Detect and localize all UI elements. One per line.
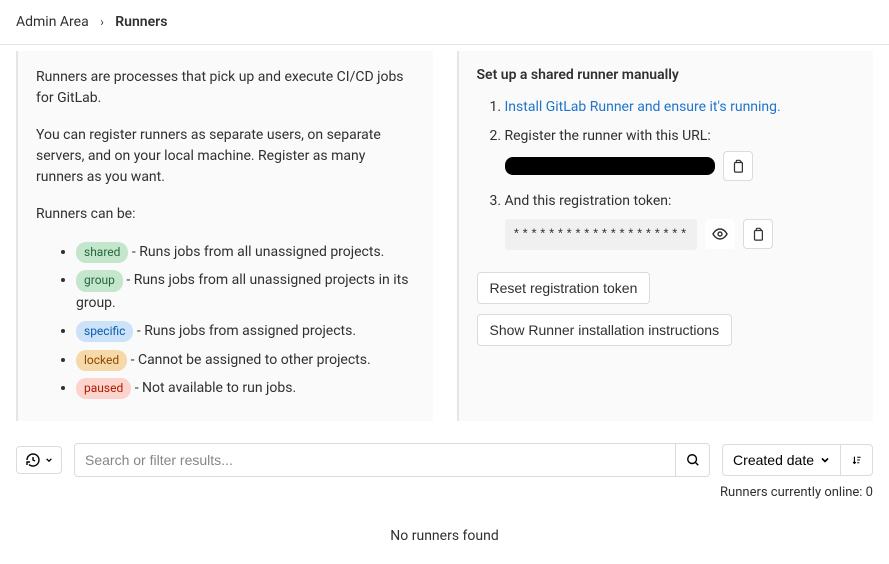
runner-type-item: group - Runs jobs from all unassigned pr… xyxy=(76,269,415,314)
search-button[interactable] xyxy=(675,444,709,476)
runner-type-item: specific - Runs jobs from assigned proje… xyxy=(76,320,415,342)
copy-token-button[interactable] xyxy=(743,219,773,249)
setup-step-3: And this registration token: ***********… xyxy=(505,189,856,250)
shared-badge: shared xyxy=(76,242,128,263)
runner-type-desc: - Runs jobs from all unassigned projects… xyxy=(76,272,408,310)
install-runner-link[interactable]: Install GitLab Runner and ensure it's ru… xyxy=(505,99,781,115)
group-badge: group xyxy=(76,270,123,291)
chevron-down-icon xyxy=(45,456,53,464)
runner-url-redacted xyxy=(505,157,715,175)
info-paragraph-3: Runners can be: xyxy=(36,204,415,225)
clipboard-icon xyxy=(731,159,745,173)
locked-badge: locked xyxy=(76,350,127,371)
empty-state: No runners found xyxy=(0,508,889,564)
show-instructions-button[interactable]: Show Runner installation instructions xyxy=(477,314,733,346)
runner-type-desc: - Not available to run jobs. xyxy=(131,380,296,396)
reset-token-button[interactable]: Reset registration token xyxy=(477,272,651,304)
setup-step-1: Install GitLab Runner and ensure it's ru… xyxy=(505,95,856,120)
setup-steps: Install GitLab Runner and ensure it's ru… xyxy=(477,95,856,250)
runner-type-item: shared - Runs jobs from all unassigned p… xyxy=(76,241,415,263)
search-history-button[interactable] xyxy=(16,446,62,474)
sort-dropdown-button[interactable]: Created date xyxy=(722,444,841,476)
history-icon xyxy=(25,452,41,468)
sort-direction-button[interactable] xyxy=(841,444,873,476)
chevron-down-icon xyxy=(820,455,830,465)
sort-group: Created date xyxy=(722,444,873,476)
breadcrumb-admin-link[interactable]: Admin Area xyxy=(16,14,89,30)
clipboard-icon xyxy=(751,227,765,241)
runner-type-item: locked - Cannot be assigned to other pro… xyxy=(76,349,415,371)
search-input[interactable] xyxy=(75,444,675,476)
runners-info-panel: Runners are processes that pick up and e… xyxy=(16,51,433,421)
runner-type-desc: - Runs jobs from all unassigned projects… xyxy=(128,244,384,260)
paused-badge: paused xyxy=(76,378,131,399)
breadcrumb-separator: › xyxy=(100,15,104,29)
registration-token-masked: ******************** xyxy=(505,219,697,250)
runner-types-list: shared - Runs jobs from all unassigned p… xyxy=(36,241,415,399)
info-paragraph-1: Runners are processes that pick up and e… xyxy=(36,67,415,109)
specific-badge: specific xyxy=(76,321,133,342)
setup-step-2: Register the runner with this URL: xyxy=(505,124,856,181)
breadcrumb-current: Runners xyxy=(115,14,167,30)
runner-type-desc: - Cannot be assigned to other projects. xyxy=(127,352,371,368)
search-icon xyxy=(686,453,700,467)
setup-panel: Set up a shared runner manually Install … xyxy=(457,51,874,421)
info-paragraph-2: You can register runners as separate use… xyxy=(36,125,415,188)
setup-title: Set up a shared runner manually xyxy=(477,67,856,83)
search-toolbar: Created date xyxy=(0,437,889,483)
reveal-token-button[interactable] xyxy=(705,219,735,249)
breadcrumb: Admin Area › Runners xyxy=(0,0,889,45)
search-container xyxy=(74,443,710,477)
runner-type-desc: - Runs jobs from assigned projects. xyxy=(133,323,356,339)
sort-icon xyxy=(851,453,862,467)
copy-url-button[interactable] xyxy=(723,151,753,181)
eye-icon xyxy=(712,226,728,242)
runner-type-item: paused - Not available to run jobs. xyxy=(76,377,415,399)
online-count: Runners currently online: 0 xyxy=(0,483,889,508)
